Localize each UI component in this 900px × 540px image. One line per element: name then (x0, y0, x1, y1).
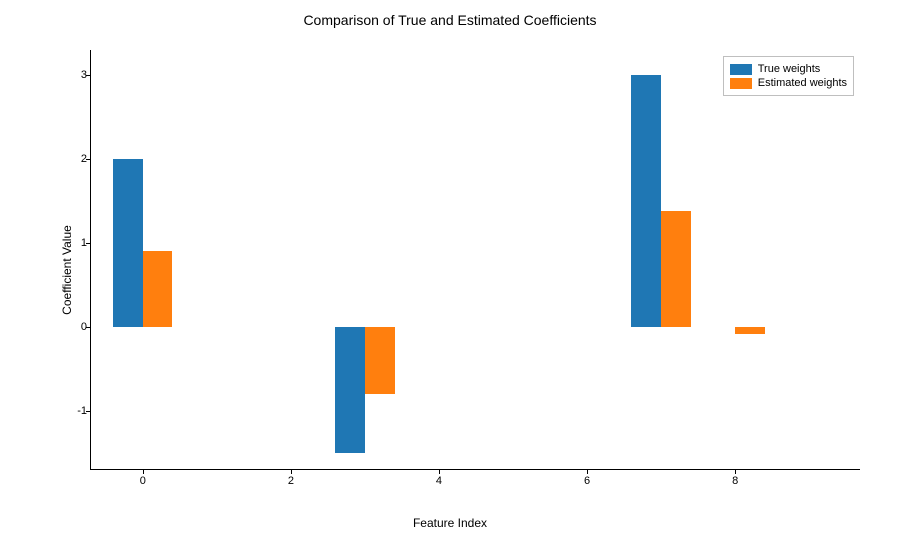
bar-true (335, 327, 365, 453)
y-tick-mark (86, 75, 91, 76)
bar-true (631, 75, 661, 327)
y-tick-mark (86, 243, 91, 244)
x-tick-mark (143, 469, 144, 474)
legend: True weights Estimated weights (723, 56, 854, 96)
x-tick-label: 0 (140, 475, 146, 487)
legend-label-true: True weights (758, 63, 821, 75)
chart-title: Comparison of True and Estimated Coeffic… (303, 12, 596, 28)
y-tick-mark (86, 327, 91, 328)
legend-item-est: Estimated weights (730, 77, 847, 89)
legend-swatch-true (730, 64, 752, 75)
x-tick-label: 2 (288, 475, 294, 487)
x-tick-mark (291, 469, 292, 474)
bar-est (661, 211, 691, 327)
x-tick-label: 4 (436, 475, 442, 487)
x-tick-mark (439, 469, 440, 474)
x-tick-mark (587, 469, 588, 474)
bar-est (365, 327, 395, 394)
x-tick-mark (735, 469, 736, 474)
y-axis-label: Coefficient Value (60, 225, 74, 315)
legend-item-true: True weights (730, 63, 847, 75)
legend-swatch-est (730, 78, 752, 89)
bar-true (113, 159, 143, 327)
y-tick-mark (86, 159, 91, 160)
plot-area: True weights Estimated weights -10123024… (90, 50, 860, 470)
bar-est (143, 251, 173, 327)
x-tick-label: 6 (584, 475, 590, 487)
y-tick-mark (86, 411, 91, 412)
x-tick-label: 8 (732, 475, 738, 487)
bar-est (735, 327, 765, 334)
x-axis-label: Feature Index (413, 516, 487, 530)
legend-label-est: Estimated weights (758, 77, 847, 89)
